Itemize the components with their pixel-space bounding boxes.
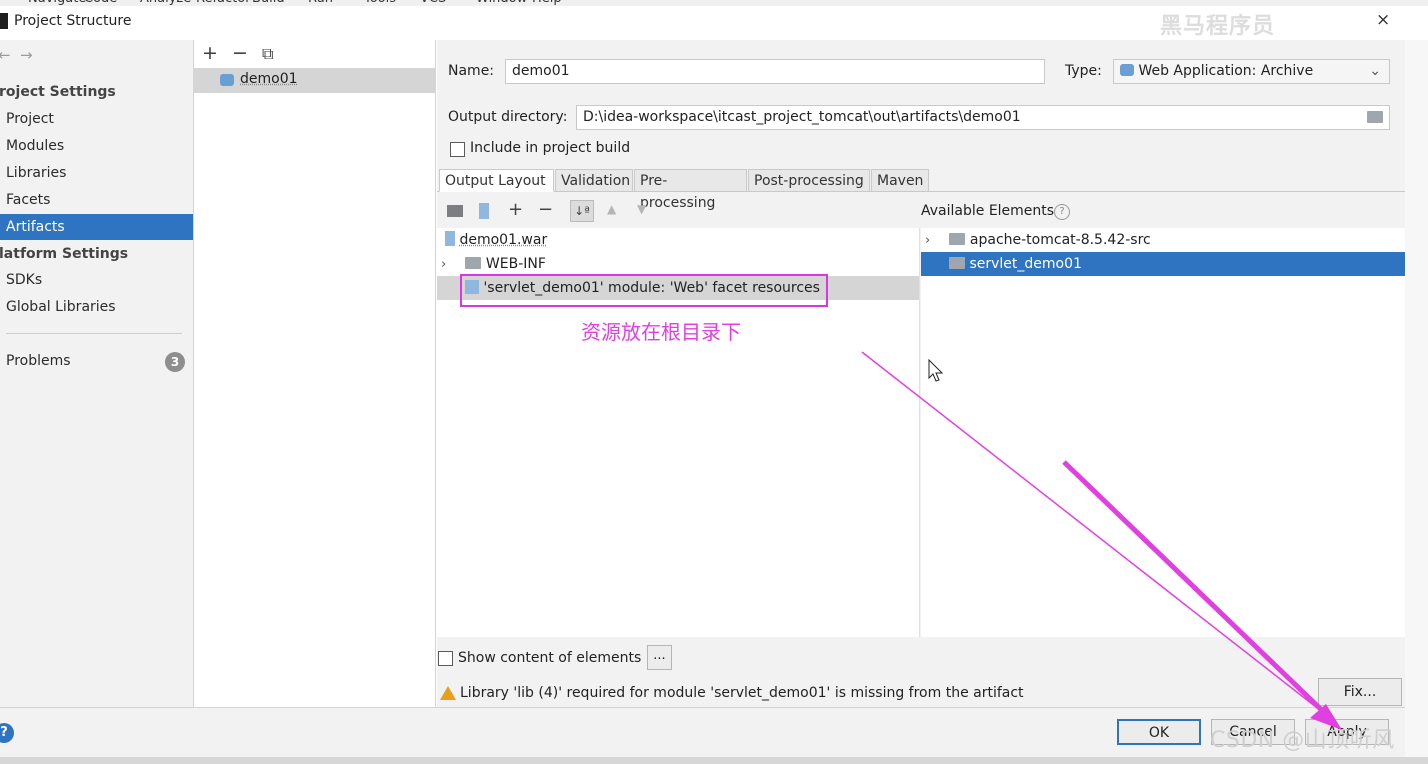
folder-browse-icon[interactable]: [1367, 111, 1383, 123]
output-dir-value: D:\idea-workspace\itcast_project_tomcat\…: [583, 109, 1021, 125]
include-build-label: Include in project build: [470, 140, 631, 156]
move-down-icon[interactable]: ▼: [637, 202, 646, 216]
problems-count-badge: 3: [165, 352, 185, 372]
help-circle-icon[interactable]: ?: [1054, 204, 1070, 220]
tab-output-layout[interactable]: Output Layout: [439, 169, 554, 192]
sort-icon[interactable]: ↓ª: [570, 200, 594, 222]
sidebar-item-sdks[interactable]: SDKs: [0, 267, 193, 293]
sidebar-item-project[interactable]: Project: [0, 106, 193, 132]
webinf-label: WEB-INF: [485, 256, 546, 272]
artifact-name: demo01: [240, 71, 298, 87]
web-artifact-icon: [220, 74, 234, 86]
include-build-checkbox[interactable]: [450, 142, 465, 157]
tab-validation[interactable]: Validation: [555, 169, 633, 192]
bottom-edge-strip: [0, 757, 1428, 764]
tree-row-war[interactable]: demo01.war: [437, 228, 919, 252]
project-settings-header: roject Settings: [0, 84, 116, 100]
copy-icon[interactable]: ⧉: [262, 44, 273, 64]
ok-button[interactable]: OK: [1117, 719, 1201, 745]
forward-arrow-icon[interactable]: →: [20, 46, 33, 64]
available-elements-label: Available Elements: [921, 203, 1055, 219]
sidebar-item-modules[interactable]: Modules: [0, 133, 193, 159]
show-content-label: Show content of elements: [458, 650, 642, 666]
right-edge-strip: [1405, 40, 1428, 764]
output-dir-input[interactable]: D:\idea-workspace\itcast_project_tomcat\…: [576, 105, 1390, 130]
sidebar-item-facets[interactable]: Facets: [0, 187, 193, 213]
tree-row-servlet-demo01[interactable]: servlet_demo01: [921, 252, 1405, 276]
watermark-bottom: CSDN @山顶听风: [1210, 728, 1395, 753]
war-archive-icon: [445, 231, 455, 246]
war-name: demo01.war: [459, 232, 548, 248]
window-title: Project Structure: [14, 13, 132, 29]
folder-icon: [465, 257, 482, 269]
close-button[interactable]: ×: [1376, 10, 1390, 30]
sidebar-item-artifacts[interactable]: Artifacts: [0, 214, 193, 240]
new-folder-icon[interactable]: [447, 205, 463, 217]
tab-maven[interactable]: Maven: [871, 169, 929, 192]
fix-button[interactable]: Fix...: [1318, 678, 1402, 706]
platform-settings-header: latform Settings: [0, 246, 129, 262]
chevron-right-icon[interactable]: ›: [441, 253, 455, 277]
add-icon[interactable]: +: [202, 42, 218, 64]
new-archive-icon[interactable]: [479, 203, 489, 219]
remove-icon[interactable]: −: [232, 42, 248, 64]
dialog-footer: ? OK Cancel Apply: [0, 707, 1405, 757]
warning-text: Library 'lib (4)' required for module 's…: [460, 685, 1024, 701]
highlight-box: [460, 274, 828, 307]
servlet-demo01-label: servlet_demo01: [969, 256, 1082, 272]
artifacts-list-panel: + − ⧉ demo01: [194, 40, 436, 707]
chevron-right-icon[interactable]: ›: [925, 229, 939, 253]
apache-tomcat-label: apache-tomcat-8.5.42-src: [969, 232, 1151, 248]
web-type-icon: [1120, 64, 1134, 76]
tab-post-processing[interactable]: Post-processing: [748, 169, 870, 192]
sidebar: ← → roject Settings Project Modules Libr…: [0, 40, 194, 707]
title-bar: Project Structure 黑马程序员 ×: [0, 6, 1428, 40]
tree-row-webinf[interactable]: › WEB-INF: [437, 252, 919, 276]
output-dir-label: Output directory:: [448, 109, 568, 125]
back-arrow-icon[interactable]: ←: [0, 46, 11, 64]
watermark-top: 黑马程序员: [1160, 14, 1276, 39]
annotation-text: 资源放在根目录下: [581, 320, 741, 344]
tree-row-apache-tomcat[interactable]: › apache-tomcat-8.5.42-src: [921, 228, 1405, 252]
show-content-checkbox[interactable]: [438, 651, 453, 666]
name-input[interactable]: demo01: [505, 59, 1045, 84]
intellij-icon: [0, 13, 8, 29]
move-up-icon[interactable]: ▲: [607, 202, 616, 216]
module-folder-icon: [949, 233, 966, 245]
tab-pre-processing[interactable]: Pre-processing: [634, 169, 747, 211]
mouse-cursor-icon: [928, 359, 944, 382]
sidebar-item-libraries[interactable]: Libraries: [0, 160, 193, 186]
chevron-down-icon: ⌄: [1369, 63, 1381, 79]
remove-element-icon[interactable]: −: [538, 199, 553, 220]
help-icon[interactable]: ?: [0, 723, 14, 743]
warning-icon: [440, 686, 456, 700]
type-value: Web Application: Archive: [1138, 63, 1314, 79]
artifact-detail-panel: Name: demo01 Type: Web Application: Arch…: [437, 40, 1405, 707]
module-folder-icon: [949, 257, 965, 269]
add-copy-icon[interactable]: +: [508, 199, 523, 220]
name-label: Name:: [448, 63, 495, 79]
sidebar-divider: [6, 333, 182, 334]
type-label: Type:: [1065, 63, 1102, 79]
more-button[interactable]: ...: [647, 645, 672, 670]
type-select[interactable]: Web Application: Archive ⌄: [1113, 59, 1390, 84]
artifact-item-demo01[interactable]: demo01: [194, 68, 435, 93]
available-elements-tree: › apache-tomcat-8.5.42-src servlet_demo0…: [921, 228, 1405, 637]
sidebar-item-global-libraries[interactable]: Global Libraries: [0, 294, 193, 320]
